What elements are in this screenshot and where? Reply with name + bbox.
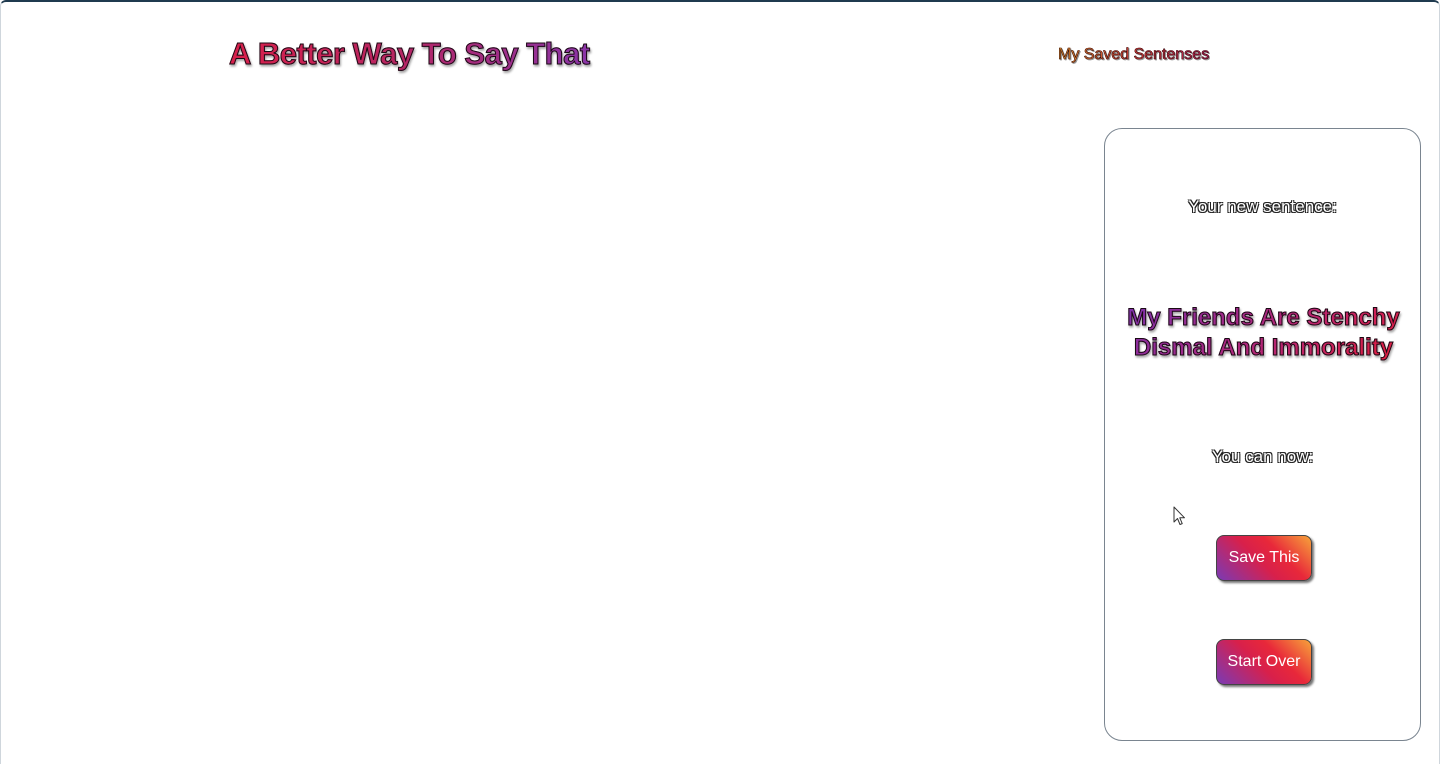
start-over-button[interactable]: Start Over <box>1216 639 1312 685</box>
new-sentence-text: My Friends Are Stenchy Dismal And Immora… <box>1115 303 1412 363</box>
app-title: A Better Way To Say That <box>229 36 591 72</box>
next-actions-label: You can now: <box>1211 447 1314 466</box>
new-sentence-label: Your new sentence: <box>1188 197 1337 216</box>
result-card: Your new sentence: My Friends Are Stench… <box>1104 128 1421 741</box>
save-this-button[interactable]: Save This <box>1216 535 1312 581</box>
my-saved-sentences-link[interactable]: My Saved Sentenses <box>1058 46 1210 64</box>
